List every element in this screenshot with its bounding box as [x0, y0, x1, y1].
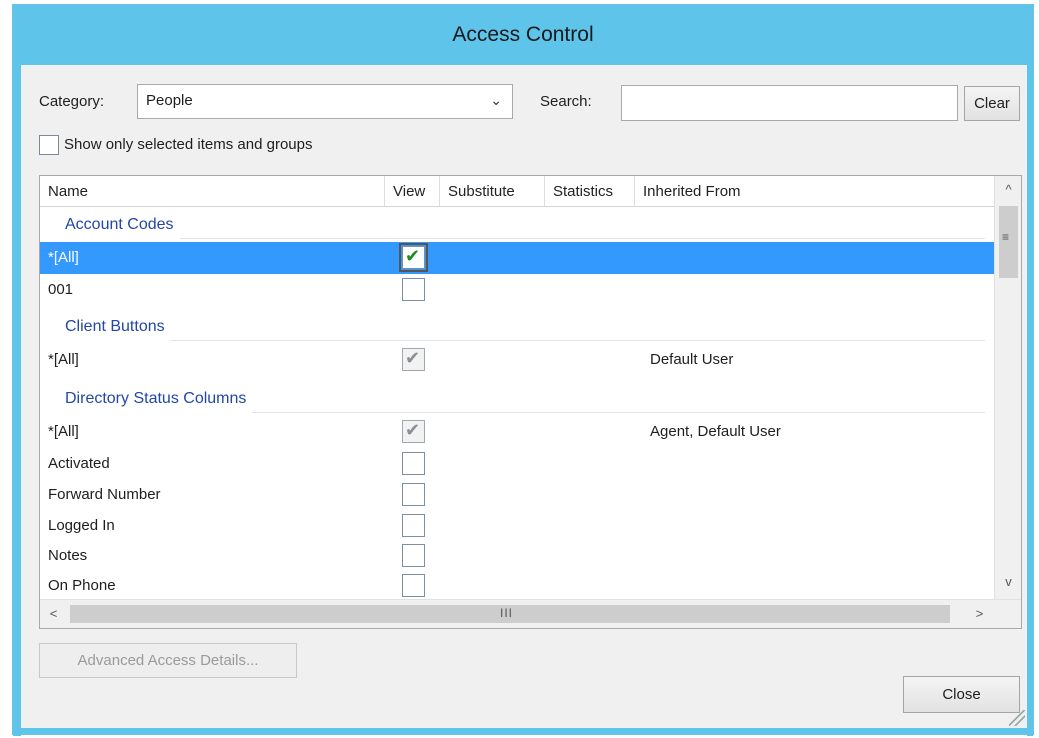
scroll-right-arrow-icon[interactable]: >: [966, 606, 993, 621]
view-checkbox[interactable]: [402, 278, 425, 301]
view-checkbox[interactable]: [402, 452, 425, 475]
row-name: Logged In: [48, 517, 115, 534]
group-divider: [65, 238, 985, 239]
table-row[interactable]: Notes: [40, 540, 995, 572]
table-row[interactable]: *[All] ✔ Agent, Default User: [40, 416, 995, 448]
row-name: On Phone: [48, 577, 116, 594]
horizontal-scroll-thumb[interactable]: III: [70, 605, 950, 623]
table-row[interactable]: On Phone: [40, 570, 995, 602]
table-row[interactable]: Logged In: [40, 510, 995, 542]
table-row[interactable]: Activated: [40, 448, 995, 480]
view-checkbox[interactable]: ✔: [402, 420, 425, 443]
check-icon: ✔: [405, 420, 421, 440]
column-header-view[interactable]: View: [385, 176, 440, 207]
column-header-name[interactable]: Name: [40, 176, 385, 207]
group-label: Directory Status Columns: [65, 382, 253, 416]
grip-icon: III: [500, 606, 514, 620]
group-account-codes: Account Codes: [40, 208, 995, 242]
access-control-dialog: Access Control Category: People ⌄ Search…: [12, 4, 1034, 736]
row-name: Forward Number: [48, 486, 161, 503]
vertical-scrollbar[interactable]: ^ ≡ v: [994, 176, 1021, 599]
window-frame-right: [1027, 65, 1033, 736]
column-header-inherited-from[interactable]: Inherited From: [635, 176, 995, 207]
close-button[interactable]: Close: [903, 676, 1020, 713]
grid-header: Name View Substitute Statistics Inherite…: [40, 176, 995, 207]
row-inherited-from: Default User: [650, 351, 734, 368]
table-row[interactable]: Forward Number: [40, 479, 995, 511]
window-frame-bottom: [13, 728, 1033, 734]
check-icon: ✔: [405, 348, 421, 368]
table-row[interactable]: 001: [40, 274, 995, 306]
show-selected-label: Show only selected items and groups: [64, 136, 313, 153]
group-directory-status-columns: Directory Status Columns: [40, 382, 995, 416]
row-inherited-from: Agent, Default User: [650, 423, 781, 440]
category-value: People: [146, 92, 193, 109]
resize-grip-icon[interactable]: [1009, 710, 1025, 726]
vertical-scroll-thumb[interactable]: ≡: [999, 206, 1018, 278]
window-frame-left: [13, 65, 21, 736]
table-row[interactable]: *[All] ✔ Default User: [40, 344, 995, 376]
window-title: Access Control: [452, 23, 594, 46]
table-row[interactable]: *[All] ✔: [40, 242, 995, 274]
view-checkbox[interactable]: ✔: [399, 243, 428, 272]
clear-button[interactable]: Clear: [964, 86, 1020, 121]
search-label: Search:: [540, 93, 592, 110]
title-bar[interactable]: Access Control: [13, 5, 1033, 65]
scroll-down-arrow-icon[interactable]: v: [995, 574, 1021, 589]
show-selected-checkbox[interactable]: [39, 135, 59, 155]
view-checkbox[interactable]: [402, 574, 425, 597]
row-name: Notes: [48, 547, 88, 564]
row-name: *[All]: [48, 249, 79, 266]
scroll-left-arrow-icon[interactable]: <: [40, 606, 67, 621]
row-name: Activated: [48, 455, 110, 472]
column-header-substitute[interactable]: Substitute: [440, 176, 545, 207]
horizontal-scrollbar[interactable]: < III >: [40, 599, 1021, 628]
category-select[interactable]: People ⌄: [137, 84, 513, 119]
chevron-down-icon: ⌄: [490, 92, 502, 108]
group-divider: [65, 340, 985, 341]
view-checkbox[interactable]: [402, 544, 425, 567]
scroll-up-arrow-icon[interactable]: ^: [995, 182, 1021, 197]
grip-icon: ≡: [1002, 230, 1011, 244]
row-name: *[All]: [48, 423, 79, 440]
group-label: Client Buttons: [65, 310, 171, 344]
category-label: Category:: [39, 93, 105, 110]
access-grid[interactable]: Name View Substitute Statistics Inherite…: [39, 175, 1022, 629]
group-label: Account Codes: [65, 208, 180, 242]
row-name: *[All]: [48, 351, 79, 368]
column-header-statistics[interactable]: Statistics: [545, 176, 635, 207]
check-icon: ✔: [405, 246, 421, 266]
row-name: 001: [48, 281, 74, 298]
view-checkbox[interactable]: [402, 514, 425, 537]
search-input[interactable]: [621, 85, 958, 121]
group-client-buttons: Client Buttons: [40, 310, 995, 344]
view-checkbox[interactable]: [402, 483, 425, 506]
advanced-access-details-button[interactable]: Advanced Access Details...: [39, 643, 297, 678]
view-checkbox[interactable]: ✔: [402, 348, 425, 371]
